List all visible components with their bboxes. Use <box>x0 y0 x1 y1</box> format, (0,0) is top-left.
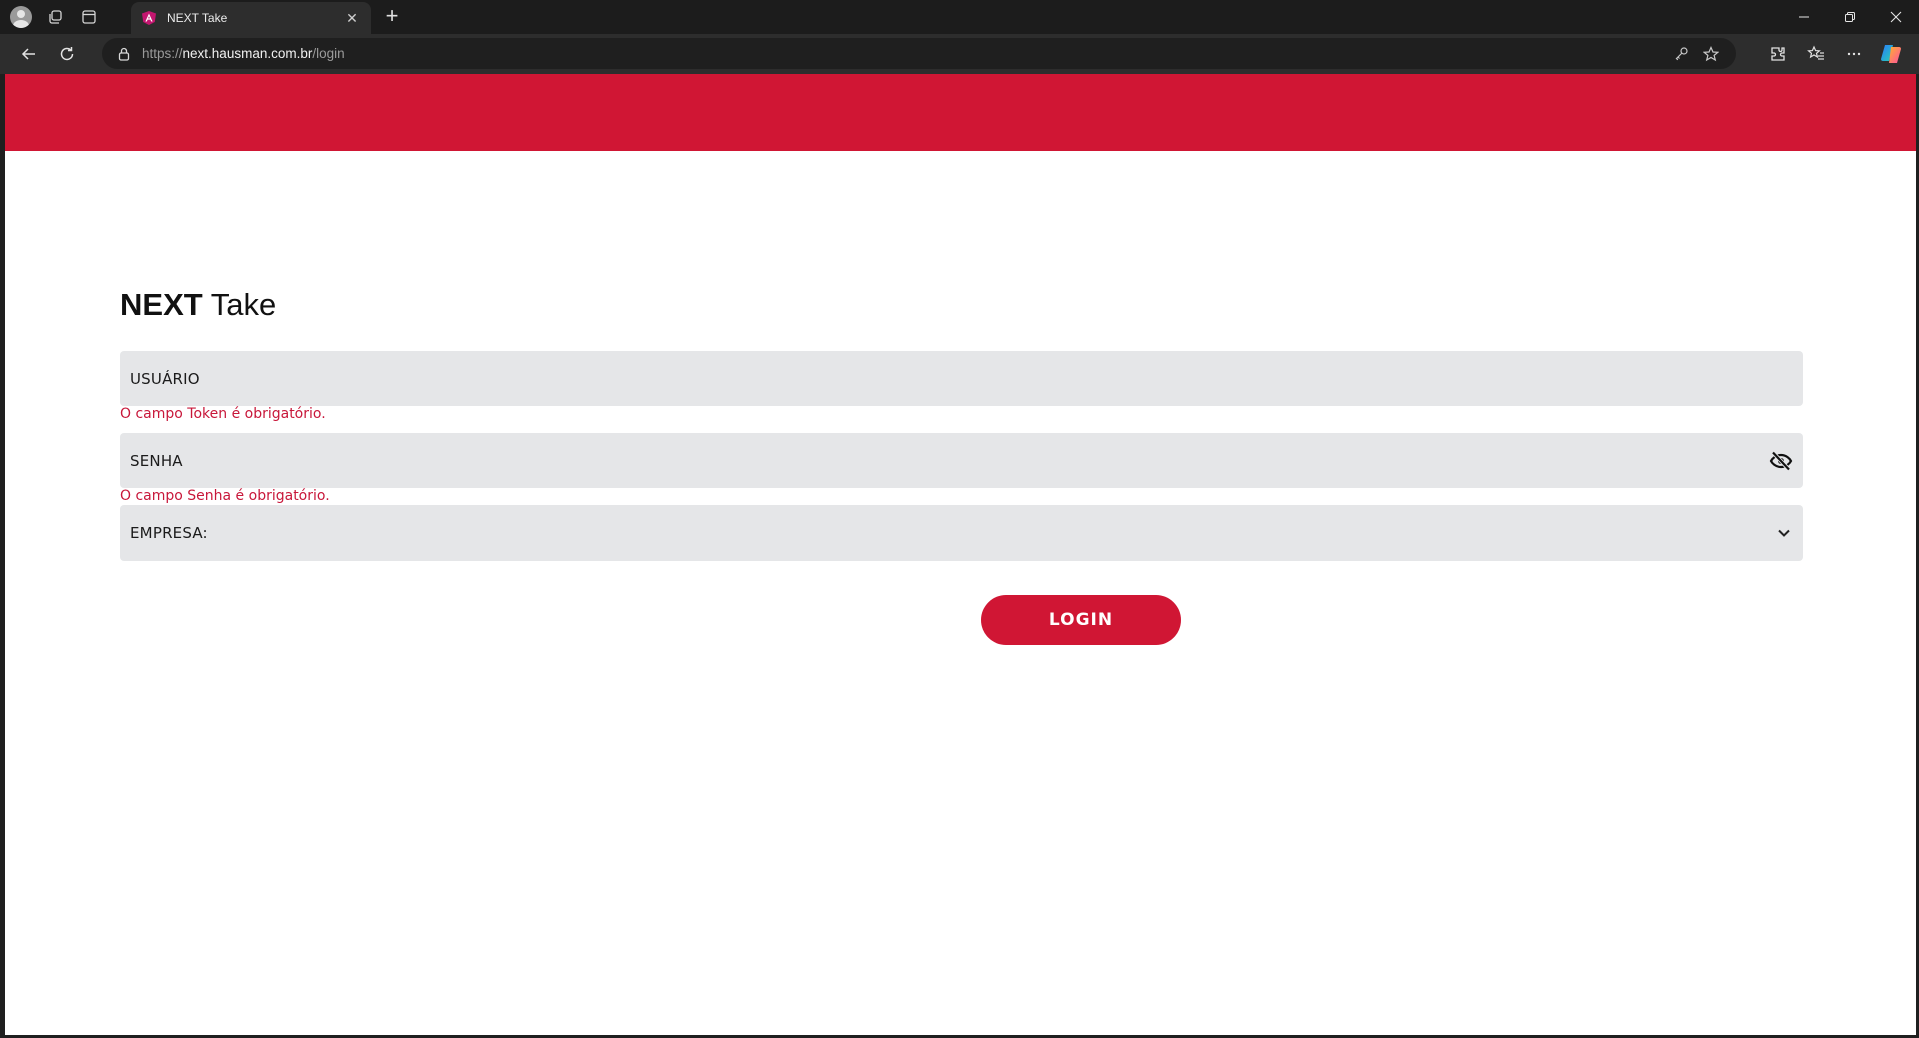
url-scheme: https:// <box>142 46 183 61</box>
page-viewport: NEXT Take USUÁRIO O campo Token é obriga… <box>5 74 1916 1035</box>
company-label: EMPRESA: <box>130 524 208 542</box>
company-select[interactable]: EMPRESA: <box>120 505 1803 561</box>
tab-title: NEXT Take <box>167 11 228 25</box>
vertical-tabs-icon[interactable] <box>72 0 106 34</box>
new-tab-button[interactable]: + <box>378 4 406 30</box>
browser-toolbar: https://next.hausman.com.br/login <box>0 34 1919 74</box>
tab-next-take[interactable]: NEXT Take ✕ <box>131 2 371 34</box>
chevron-down-icon[interactable] <box>1775 524 1793 542</box>
lock-icon[interactable] <box>116 46 132 62</box>
address-bar[interactable]: https://next.hausman.com.br/login <box>102 38 1736 69</box>
url-path: /login <box>312 46 345 61</box>
page-header-bar <box>5 74 1916 151</box>
more-options-icon[interactable] <box>1835 38 1873 70</box>
restore-icon[interactable] <box>1827 0 1873 34</box>
window-controls <box>1781 0 1919 34</box>
tab-strip: NEXT Take ✕ + <box>0 0 1919 34</box>
url-host: next.hausman.com.br <box>182 46 313 61</box>
username-input[interactable]: USUÁRIO <box>120 351 1803 406</box>
extensions-icon[interactable] <box>1759 38 1797 70</box>
username-error-message: O campo Token é obrigatório. <box>120 406 326 422</box>
username-label: USUÁRIO <box>130 369 200 388</box>
angular-favicon-icon <box>142 11 156 25</box>
key-icon[interactable] <box>1666 40 1696 68</box>
favorite-star-icon[interactable] <box>1696 40 1726 68</box>
favorites-list-icon[interactable] <box>1797 38 1835 70</box>
page-title: NEXT Take <box>120 287 276 323</box>
toolbar-right-tools <box>1759 38 1911 70</box>
url-text[interactable]: https://next.hausman.com.br/login <box>142 46 1666 61</box>
brand-light-text: Take <box>202 287 277 322</box>
password-input[interactable]: SENHA <box>120 433 1803 488</box>
back-arrow-icon[interactable] <box>10 38 48 70</box>
profile-avatar-icon[interactable] <box>10 6 32 28</box>
refresh-icon[interactable] <box>48 38 86 70</box>
close-window-icon[interactable] <box>1873 0 1919 34</box>
tab-close-icon[interactable]: ✕ <box>343 10 361 27</box>
password-error-message: O campo Senha é obrigatório. <box>120 488 330 504</box>
browser-window: NEXT Take ✕ + https://next.hausman.com.b… <box>0 0 1919 1038</box>
copilot-icon[interactable] <box>1873 38 1911 70</box>
eye-off-icon[interactable] <box>1769 449 1793 473</box>
password-label: SENHA <box>130 451 183 470</box>
workspaces-icon[interactable] <box>38 0 72 34</box>
minimize-icon[interactable] <box>1781 0 1827 34</box>
brand-bold-text: NEXT <box>120 287 203 322</box>
login-button[interactable]: LOGIN <box>981 595 1181 645</box>
